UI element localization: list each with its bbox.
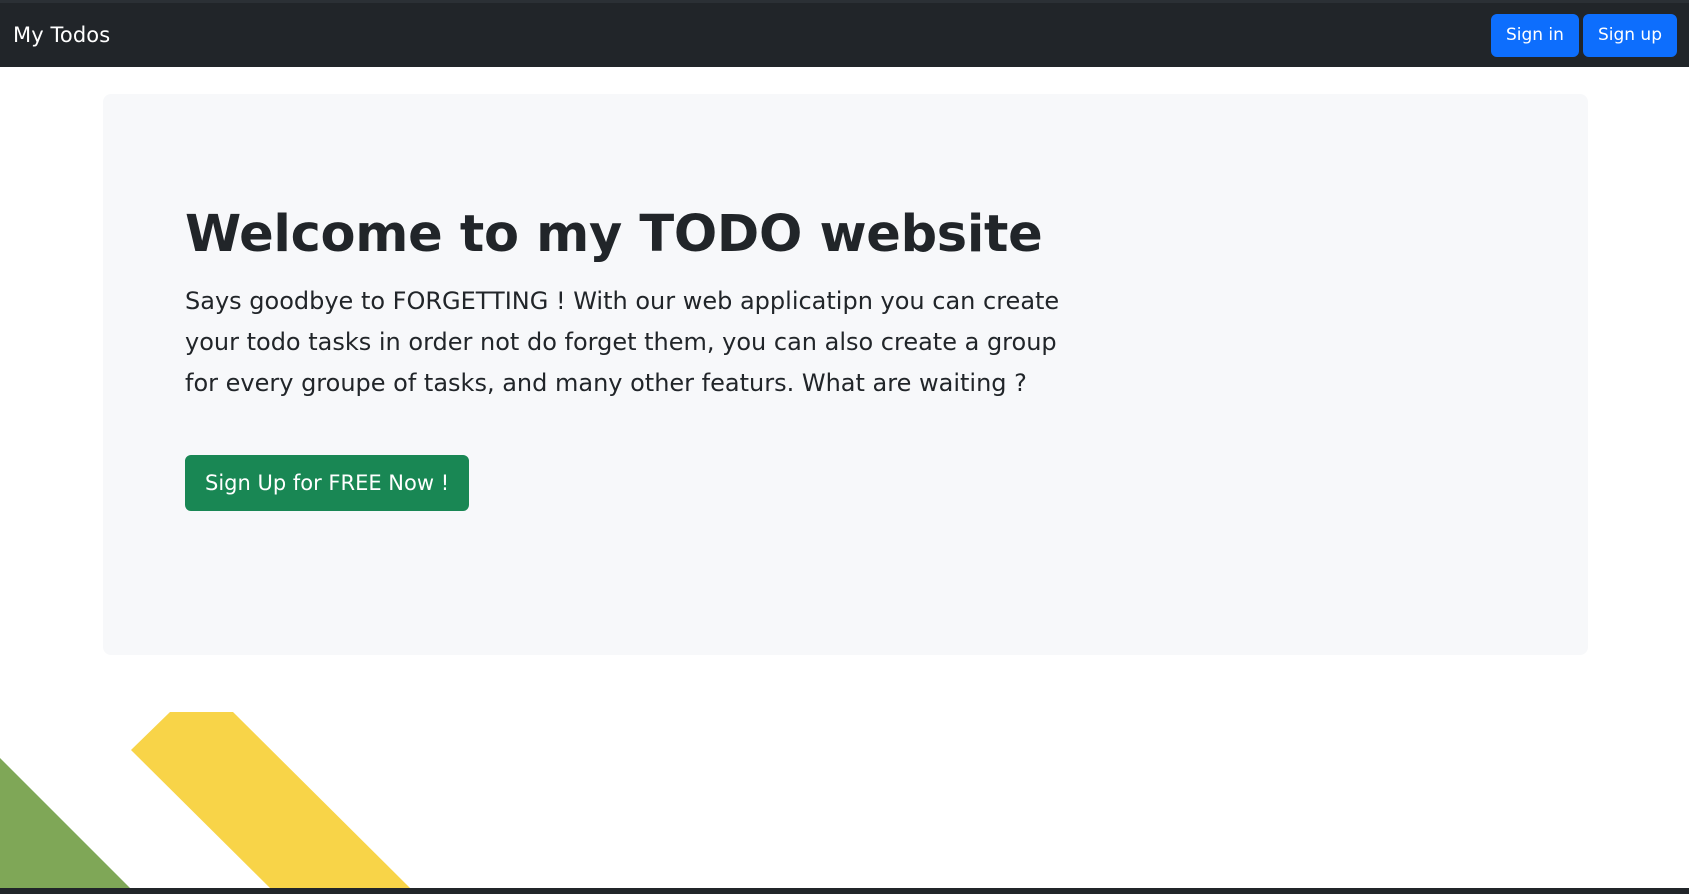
nav-auth-buttons: Sign in Sign up	[1490, 13, 1677, 57]
top-navbar: My Todos Sign in Sign up	[0, 0, 1689, 67]
sign-in-button[interactable]: Sign in	[1490, 13, 1579, 57]
brand-link[interactable]: My Todos	[13, 23, 110, 47]
green-triangle-shape	[0, 758, 130, 888]
hero-content: Welcome to my TODO website Says goodbye …	[185, 205, 1085, 512]
yellow-stripe-shape	[131, 712, 410, 888]
hero-jumbotron: Welcome to my TODO website Says goodbye …	[103, 94, 1588, 655]
sign-up-button[interactable]: Sign up	[1582, 13, 1677, 57]
hero-description: Says goodbye to FORGETTING ! With our we…	[185, 287, 1060, 398]
signup-free-button[interactable]: Sign Up for FREE Now !	[185, 455, 470, 512]
hero-title: Welcome to my TODO website	[185, 205, 1043, 264]
bottom-bar	[0, 888, 1689, 894]
decorative-stripes	[0, 712, 410, 888]
